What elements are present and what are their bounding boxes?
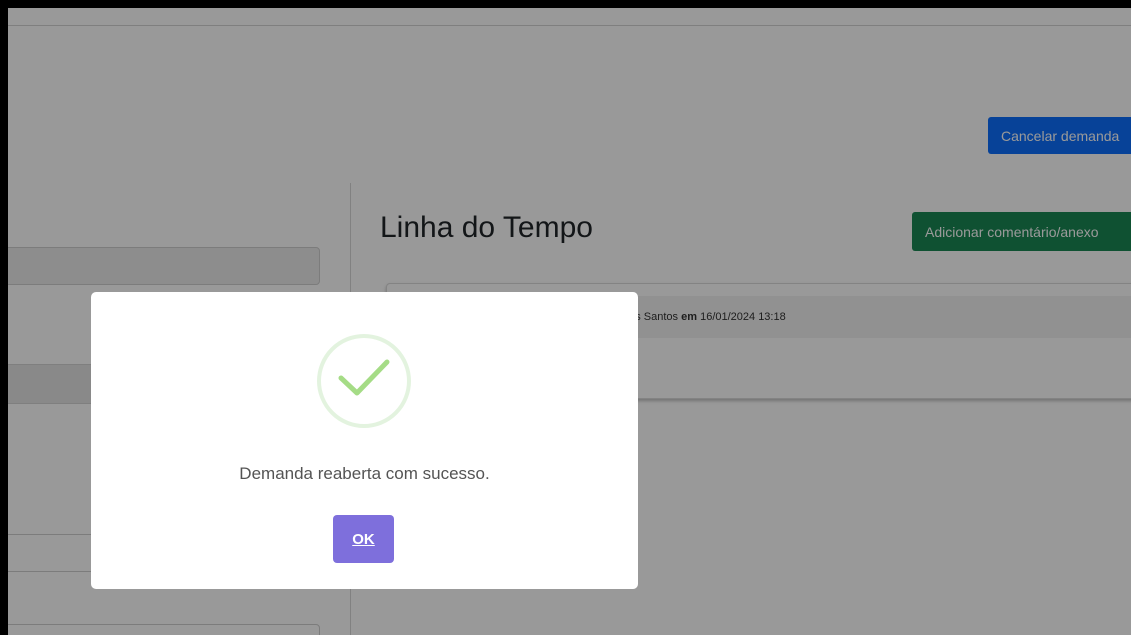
dialog-message: Demanda reaberta com sucesso.: [239, 464, 490, 483]
ok-button[interactable]: OK: [333, 515, 394, 563]
checkmark-success-icon: [317, 334, 411, 428]
page: Cancelar demanda Linha do Tempo Adiciona…: [8, 8, 1131, 635]
screenshot-frame: Cancelar demanda Linha do Tempo Adiciona…: [0, 0, 1131, 635]
success-dialog: Demanda reaberta com sucesso. OK: [91, 292, 638, 589]
